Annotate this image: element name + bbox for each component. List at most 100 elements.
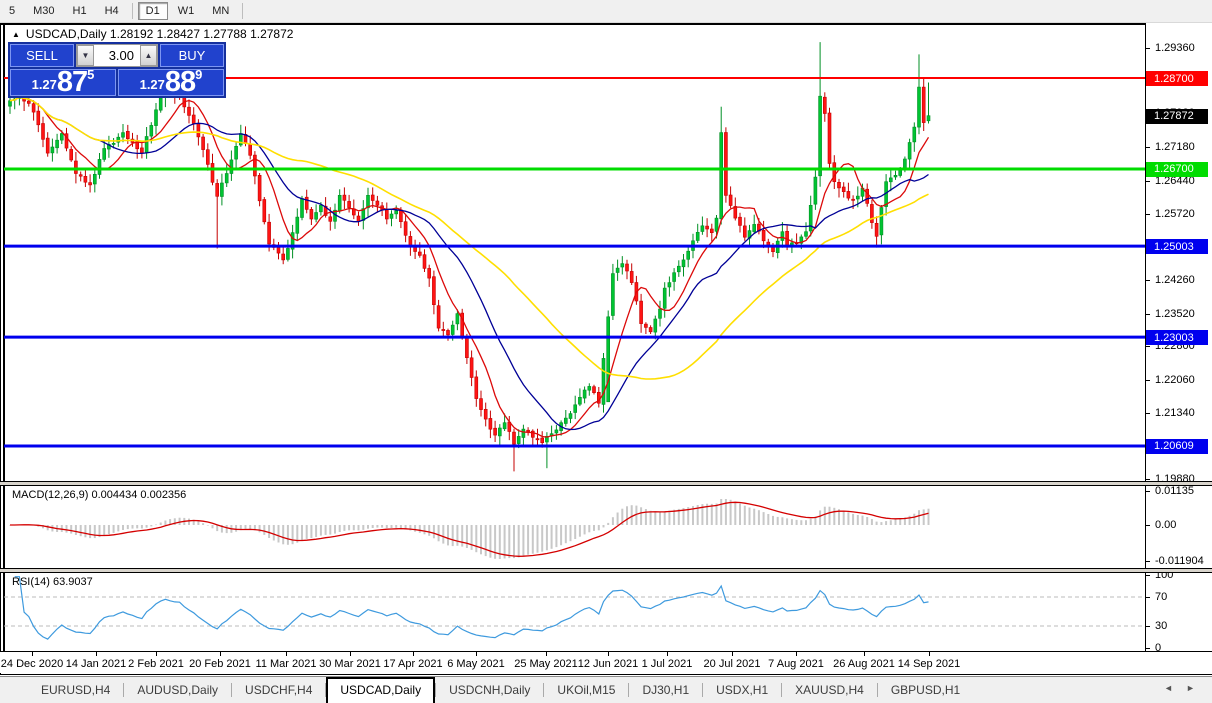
macd-histogram	[9, 499, 930, 559]
date-tick	[864, 652, 865, 656]
buy-price[interactable]: 1.27 88 9	[118, 67, 224, 97]
macd-tick	[1146, 525, 1150, 526]
macd-signal-line	[10, 501, 929, 557]
rsi-line	[14, 576, 929, 640]
chart-window-border-bottom	[0, 674, 1212, 675]
volume-stepper: ▼ 3.00 ▲	[76, 44, 158, 67]
chart-title-text: USDCAD,Daily 1.28192 1.28427 1.27788 1.2…	[25, 27, 294, 41]
price-tick-label: 1.23520	[1155, 307, 1195, 320]
tf-button-mn[interactable]: MN	[204, 2, 237, 20]
date-label: 6 May 2021	[447, 658, 505, 670]
date-tick	[796, 652, 797, 656]
date-label: 2 Feb 2021	[128, 658, 184, 670]
macd-axis-label: 0.01135	[1155, 485, 1194, 497]
date-tick	[220, 652, 221, 656]
date-tick	[546, 652, 547, 656]
sell-button[interactable]: SELL	[10, 44, 74, 67]
tf-button-h4[interactable]: H4	[97, 2, 127, 20]
date-tick	[96, 652, 97, 656]
tabs-scroll-right-icon[interactable]: ►	[1186, 683, 1195, 693]
tf-button-d1[interactable]: D1	[137, 2, 168, 20]
tf-button-5[interactable]: 5	[1, 2, 23, 20]
buy-button[interactable]: BUY	[160, 44, 224, 67]
date-tick	[476, 652, 477, 656]
macd-axis-label: 0.00	[1155, 519, 1177, 531]
tab-usdcad-daily[interactable]: USDCAD,Daily	[326, 677, 436, 703]
rsi-label: RSI(14) 63.9037	[12, 576, 93, 588]
buy-price-sup: 9	[195, 67, 203, 82]
volume-increase-button[interactable]: ▲	[140, 45, 157, 66]
timeframe-toolbar: 5 M30 H1 H4 D1 W1 MN	[0, 0, 1212, 23]
rsi-tick	[1146, 575, 1150, 577]
price-badge: 1.26700	[1146, 161, 1208, 177]
date-label: 24 Dec 2020	[0, 658, 64, 670]
tab-usdcnh-daily[interactable]: USDCNH,Daily	[436, 679, 543, 701]
rsi-tick	[1146, 597, 1150, 598]
rsi-axis-label: 70	[1155, 591, 1168, 603]
rsi-axis-label: 30	[1155, 620, 1168, 632]
price-tick	[1146, 479, 1150, 481]
panel-splitter-macd[interactable]	[0, 481, 1212, 486]
tf-button-h1[interactable]: H1	[65, 2, 95, 20]
date-tick	[350, 652, 351, 656]
price-axis[interactable]: 1.293601.286401.279201.271801.264401.257…	[1146, 23, 1212, 654]
tab-dj30-h1[interactable]: DJ30,H1	[629, 679, 702, 701]
collapse-icon[interactable]: ▲	[12, 30, 20, 39]
date-label: 20 Jul 2021	[703, 658, 761, 670]
date-label: 7 Aug 2021	[768, 658, 824, 670]
tab-usdchf-h4[interactable]: USDCHF,H4	[232, 679, 325, 701]
price-tick	[1146, 379, 1150, 381]
price-tick	[1146, 47, 1150, 49]
trade-panel: SELL ▼ 3.00 ▲ BUY 1.27 87 5 1.27 88 9	[8, 42, 226, 98]
date-label: 12 Jun 2021	[577, 658, 639, 670]
sell-price[interactable]: 1.27 87 5	[10, 66, 116, 98]
toolbar-separator	[242, 3, 244, 19]
panel-splitter-rsi[interactable]	[0, 568, 1212, 573]
volume-decrease-button[interactable]: ▼	[77, 45, 94, 66]
tf-button-w1[interactable]: W1	[170, 2, 203, 20]
price-tick	[1146, 313, 1150, 315]
macd-axis-label: -0.011904	[1155, 554, 1204, 567]
rsi-tick	[1146, 647, 1150, 649]
price-tick	[1146, 147, 1150, 149]
rsi-indicator-canvas[interactable]	[4, 573, 1145, 651]
price-tick-label: 1.22060	[1155, 373, 1195, 386]
sell-price-prefix: 1.27	[31, 77, 57, 92]
date-label: 1 Jul 2021	[641, 658, 693, 670]
date-tick	[732, 652, 733, 656]
chart-window-border-left	[0, 23, 1, 675]
price-badge: 1.20609	[1146, 438, 1208, 454]
tab-eurusd-h4[interactable]: EURUSD,H4	[28, 679, 123, 701]
price-tick-label: 1.25720	[1155, 207, 1195, 220]
date-tick	[929, 652, 930, 656]
toolbar-separator	[131, 3, 133, 19]
tf-button-m30[interactable]: M30	[25, 2, 62, 20]
tab-gbpusd-h1[interactable]: GBPUSD,H1	[878, 679, 973, 701]
date-label: 20 Feb 2021	[189, 658, 251, 670]
tab-xauusd-h4[interactable]: XAUUSD,H4	[782, 679, 877, 701]
price-tick-label: 1.29360	[1155, 41, 1195, 54]
tab-usdx-h1[interactable]: USDX,H1	[703, 679, 781, 701]
price-tick	[1146, 279, 1150, 281]
date-label: 14 Sep 2021	[897, 658, 961, 670]
price-badge: 1.23003	[1146, 330, 1208, 346]
date-label: 30 Mar 2021	[319, 658, 381, 670]
tab-audusd-daily[interactable]: AUDUSD,Daily	[124, 679, 231, 701]
price-tick	[1146, 213, 1150, 215]
date-axis[interactable]: 24 Dec 2020 14 Jan 2021 2 Feb 2021 20 Feb 2…	[0, 652, 1212, 673]
tabs-scroll-left-icon[interactable]: ◄	[1164, 683, 1173, 693]
rsi-tick	[1146, 626, 1150, 627]
sell-price-big: 87	[56, 66, 88, 98]
buy-price-prefix: 1.27	[139, 77, 165, 92]
price-badge: 1.27872	[1146, 108, 1208, 124]
chart-tabs-bar: EURUSD,H4 AUDUSD,Daily USDCHF,H4 USDCAD,Dai…	[0, 676, 1212, 703]
tab-ukoil-m15[interactable]: UKOil,M15	[544, 679, 628, 701]
macd-tick	[1146, 560, 1150, 562]
date-tick	[286, 652, 287, 656]
date-label: 26 Aug 2021	[833, 658, 895, 670]
date-label: 17 Apr 2021	[383, 658, 443, 670]
macd-label: MACD(12,26,9) 0.004434 0.002356	[12, 489, 187, 501]
volume-value[interactable]: 3.00	[94, 45, 140, 66]
date-label: 11 Mar 2021	[255, 658, 317, 670]
candles	[8, 42, 931, 472]
